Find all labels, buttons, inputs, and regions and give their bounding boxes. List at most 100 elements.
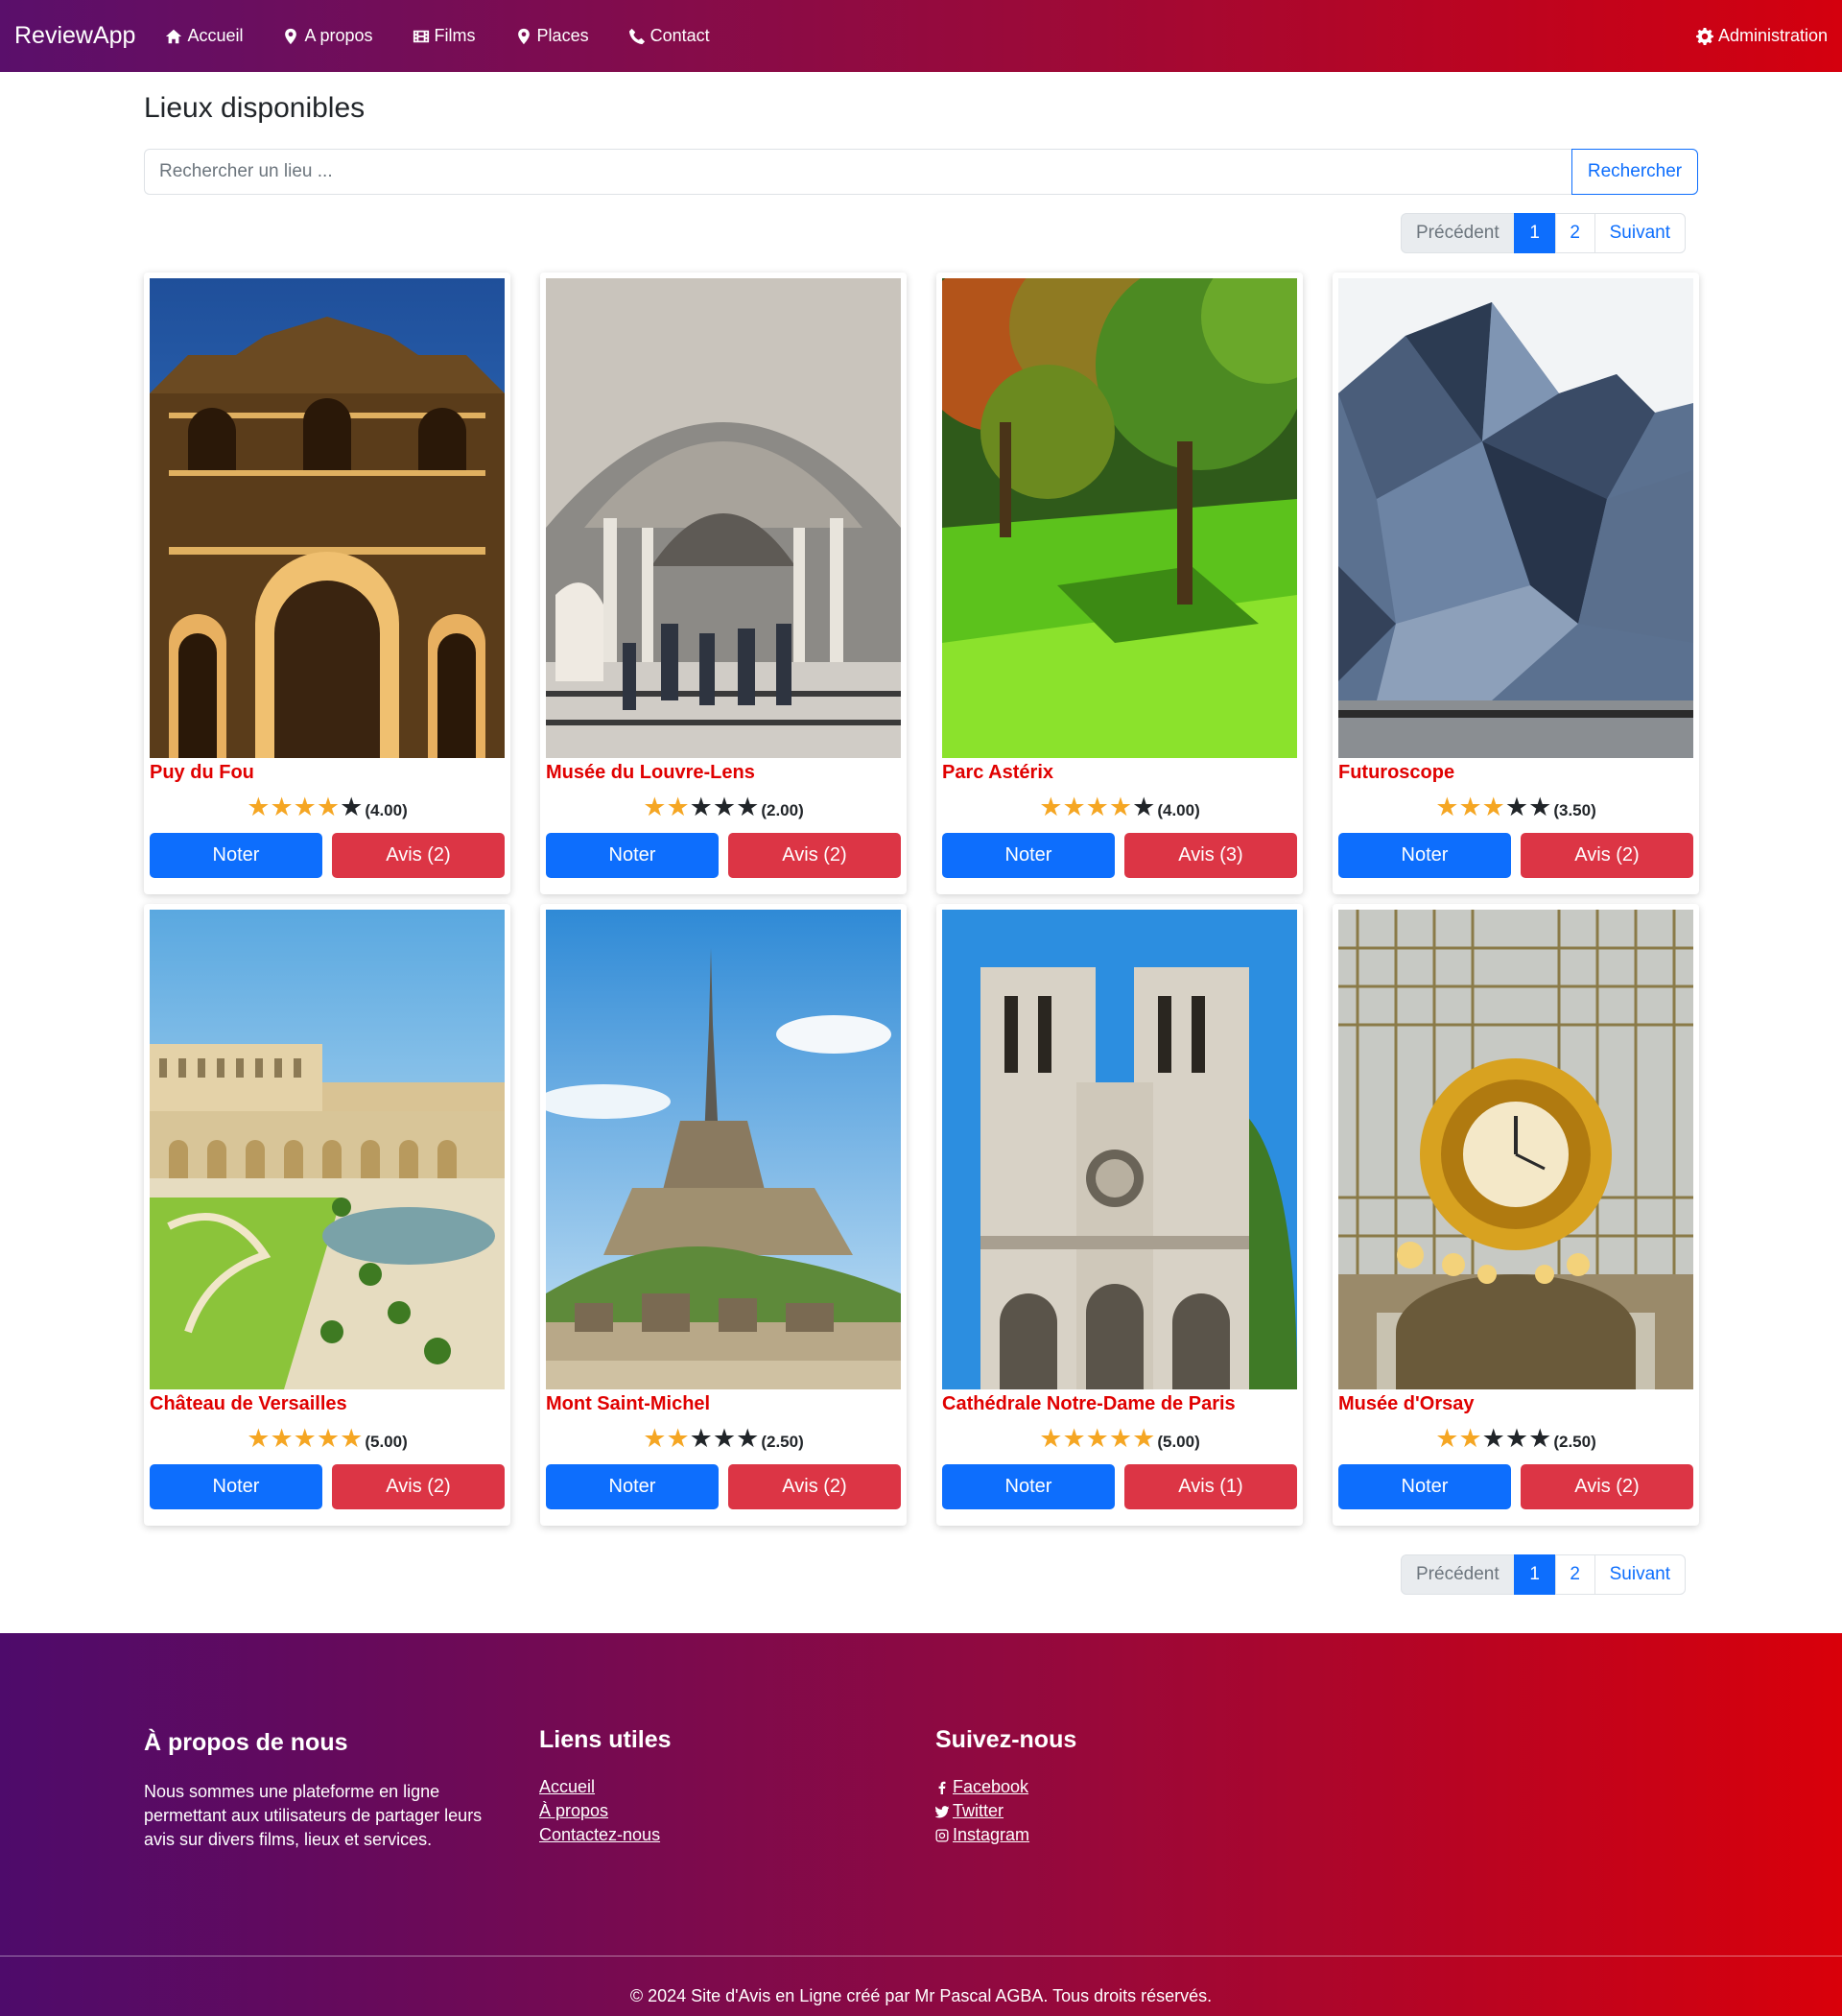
avis-button[interactable]: Avis (3): [1124, 833, 1297, 878]
noter-button[interactable]: Noter: [546, 833, 719, 878]
noter-button[interactable]: Noter: [150, 1464, 322, 1509]
place-image-louvre-lens[interactable]: [546, 278, 901, 758]
place-card: Parc Astérix ★★★★★ (4.00) Noter Avis (3): [936, 273, 1303, 894]
footer-about: À propos de nous Nous sommes une platefo…: [144, 1729, 504, 1852]
star-icon: ★: [1062, 792, 1086, 821]
rating: ★★★★★ (4.00): [936, 794, 1303, 820]
pagination-page-1[interactable]: 1: [1513, 213, 1556, 253]
footer-link-instagram[interactable]: Instagram: [935, 1823, 1076, 1847]
brand-logo[interactable]: ReviewApp: [14, 22, 135, 50]
star-icon: ★: [1481, 1423, 1505, 1453]
avis-button[interactable]: Avis (2): [1521, 833, 1693, 878]
phone-icon: [627, 27, 647, 46]
place-image-parc-asterix[interactable]: [942, 278, 1297, 758]
star-icon: ★: [1039, 792, 1063, 821]
place-image-mont-saint-michel[interactable]: [546, 910, 901, 1389]
place-name[interactable]: Château de Versailles: [150, 1393, 347, 1415]
avis-button[interactable]: Avis (2): [332, 1464, 505, 1509]
nav-accueil[interactable]: Accueil: [164, 26, 243, 46]
pagination-page-2[interactable]: 2: [1554, 213, 1595, 253]
place-name[interactable]: Musée du Louvre-Lens: [546, 762, 755, 784]
footer-link-twitter[interactable]: Twitter: [935, 1799, 1076, 1823]
place-name[interactable]: Puy du Fou: [150, 762, 254, 784]
place-name[interactable]: Musée d'Orsay: [1338, 1393, 1474, 1415]
home-icon: [164, 27, 183, 46]
star-icon: ★: [293, 1423, 317, 1453]
noter-button[interactable]: Noter: [942, 833, 1115, 878]
star-icon: ★: [1458, 1423, 1482, 1453]
nav-apropos[interactable]: A propos: [281, 26, 373, 46]
place-card: Cathédrale Notre-Dame de Paris ★★★★★ (5.…: [936, 904, 1303, 1526]
star-icon: ★: [666, 792, 690, 821]
star-icon: ★: [1085, 792, 1109, 821]
star-icon: ★: [1085, 1423, 1109, 1453]
rating-stars: ★★★★★: [1039, 792, 1155, 821]
star-icon: ★: [1435, 792, 1459, 821]
nav-contact-label: Contact: [649, 26, 710, 45]
rating-value: (3.50): [1553, 801, 1596, 819]
nav-films[interactable]: Films: [412, 26, 476, 46]
star-icon: ★: [340, 792, 364, 821]
rating-value: (2.50): [1553, 1433, 1596, 1451]
place-image-puy-du-fou[interactable]: [150, 278, 505, 758]
map-marker-icon: [281, 27, 300, 46]
place-name[interactable]: Mont Saint-Michel: [546, 1393, 710, 1415]
footer-social-title: Suivez-nous: [935, 1726, 1077, 1753]
rating: ★★★★★ (2.00): [540, 794, 907, 820]
rating-stars: ★★★★★: [1039, 1423, 1156, 1453]
star-icon: ★: [643, 792, 667, 821]
nav-administration[interactable]: Administration: [1695, 26, 1828, 46]
noter-button[interactable]: Noter: [1338, 833, 1511, 878]
nav-places[interactable]: Places: [514, 26, 589, 46]
star-icon: ★: [643, 1423, 667, 1453]
place-image-futuroscope[interactable]: [1338, 278, 1693, 758]
footer-link-contact[interactable]: Contactez-nous: [539, 1823, 672, 1847]
footer-link-accueil[interactable]: Accueil: [539, 1775, 672, 1799]
place-name[interactable]: Parc Astérix: [942, 762, 1053, 784]
pagination-page-1[interactable]: 1: [1513, 1554, 1556, 1595]
star-icon: ★: [1458, 792, 1482, 821]
footer-links-title: Liens utiles: [539, 1726, 672, 1753]
rating-stars: ★★★★★: [643, 1423, 759, 1453]
place-image-musee-d-orsay[interactable]: [1338, 910, 1693, 1389]
search-input[interactable]: [144, 149, 1571, 195]
pagination-next[interactable]: Suivant: [1594, 1554, 1686, 1595]
footer-link-apropos[interactable]: À propos: [539, 1799, 672, 1823]
rating: ★★★★★ (2.50): [540, 1425, 907, 1452]
noter-button[interactable]: Noter: [942, 1464, 1115, 1509]
rating: ★★★★★ (2.50): [1333, 1425, 1699, 1452]
place-image-notre-dame-de-paris[interactable]: [942, 910, 1297, 1389]
place-name[interactable]: Cathédrale Notre-Dame de Paris: [942, 1393, 1236, 1415]
pagination-page-2[interactable]: 2: [1554, 1554, 1595, 1595]
nav-contact[interactable]: Contact: [627, 26, 710, 46]
avis-button[interactable]: Avis (2): [728, 833, 901, 878]
star-icon: ★: [1108, 792, 1133, 821]
nav-apropos-label: A propos: [304, 26, 373, 45]
star-icon: ★: [1132, 1423, 1156, 1453]
pagination-next[interactable]: Suivant: [1594, 213, 1686, 253]
map-marker-icon: [514, 27, 533, 46]
avis-button[interactable]: Avis (1): [1124, 1464, 1297, 1509]
star-icon: ★: [1108, 1423, 1133, 1453]
rating-value: (2.00): [761, 801, 804, 819]
star-icon: ★: [689, 792, 713, 821]
star-icon: ★: [666, 1423, 690, 1453]
noter-button[interactable]: Noter: [150, 833, 322, 878]
instagram-label: Instagram: [953, 1825, 1030, 1844]
nav-administration-label: Administration: [1717, 26, 1828, 45]
place-card: Puy du Fou ★★★★★ (4.00) Noter Avis (2): [144, 273, 510, 894]
footer-link-facebook[interactable]: Facebook: [935, 1775, 1076, 1799]
pagination-prev[interactable]: Précédent: [1401, 1554, 1515, 1595]
avis-button[interactable]: Avis (2): [332, 833, 505, 878]
avis-button[interactable]: Avis (2): [728, 1464, 901, 1509]
star-icon: ★: [316, 1423, 341, 1453]
rating-stars: ★★★★★: [247, 792, 364, 821]
noter-button[interactable]: Noter: [546, 1464, 719, 1509]
place-image-chateau-de-versailles[interactable]: [150, 910, 505, 1389]
pagination-prev[interactable]: Précédent: [1401, 213, 1515, 253]
search-button[interactable]: Rechercher: [1571, 149, 1698, 195]
noter-button[interactable]: Noter: [1338, 1464, 1511, 1509]
avis-button[interactable]: Avis (2): [1521, 1464, 1693, 1509]
place-name[interactable]: Futuroscope: [1338, 762, 1454, 784]
rating-stars: ★★★★★: [247, 1423, 363, 1453]
